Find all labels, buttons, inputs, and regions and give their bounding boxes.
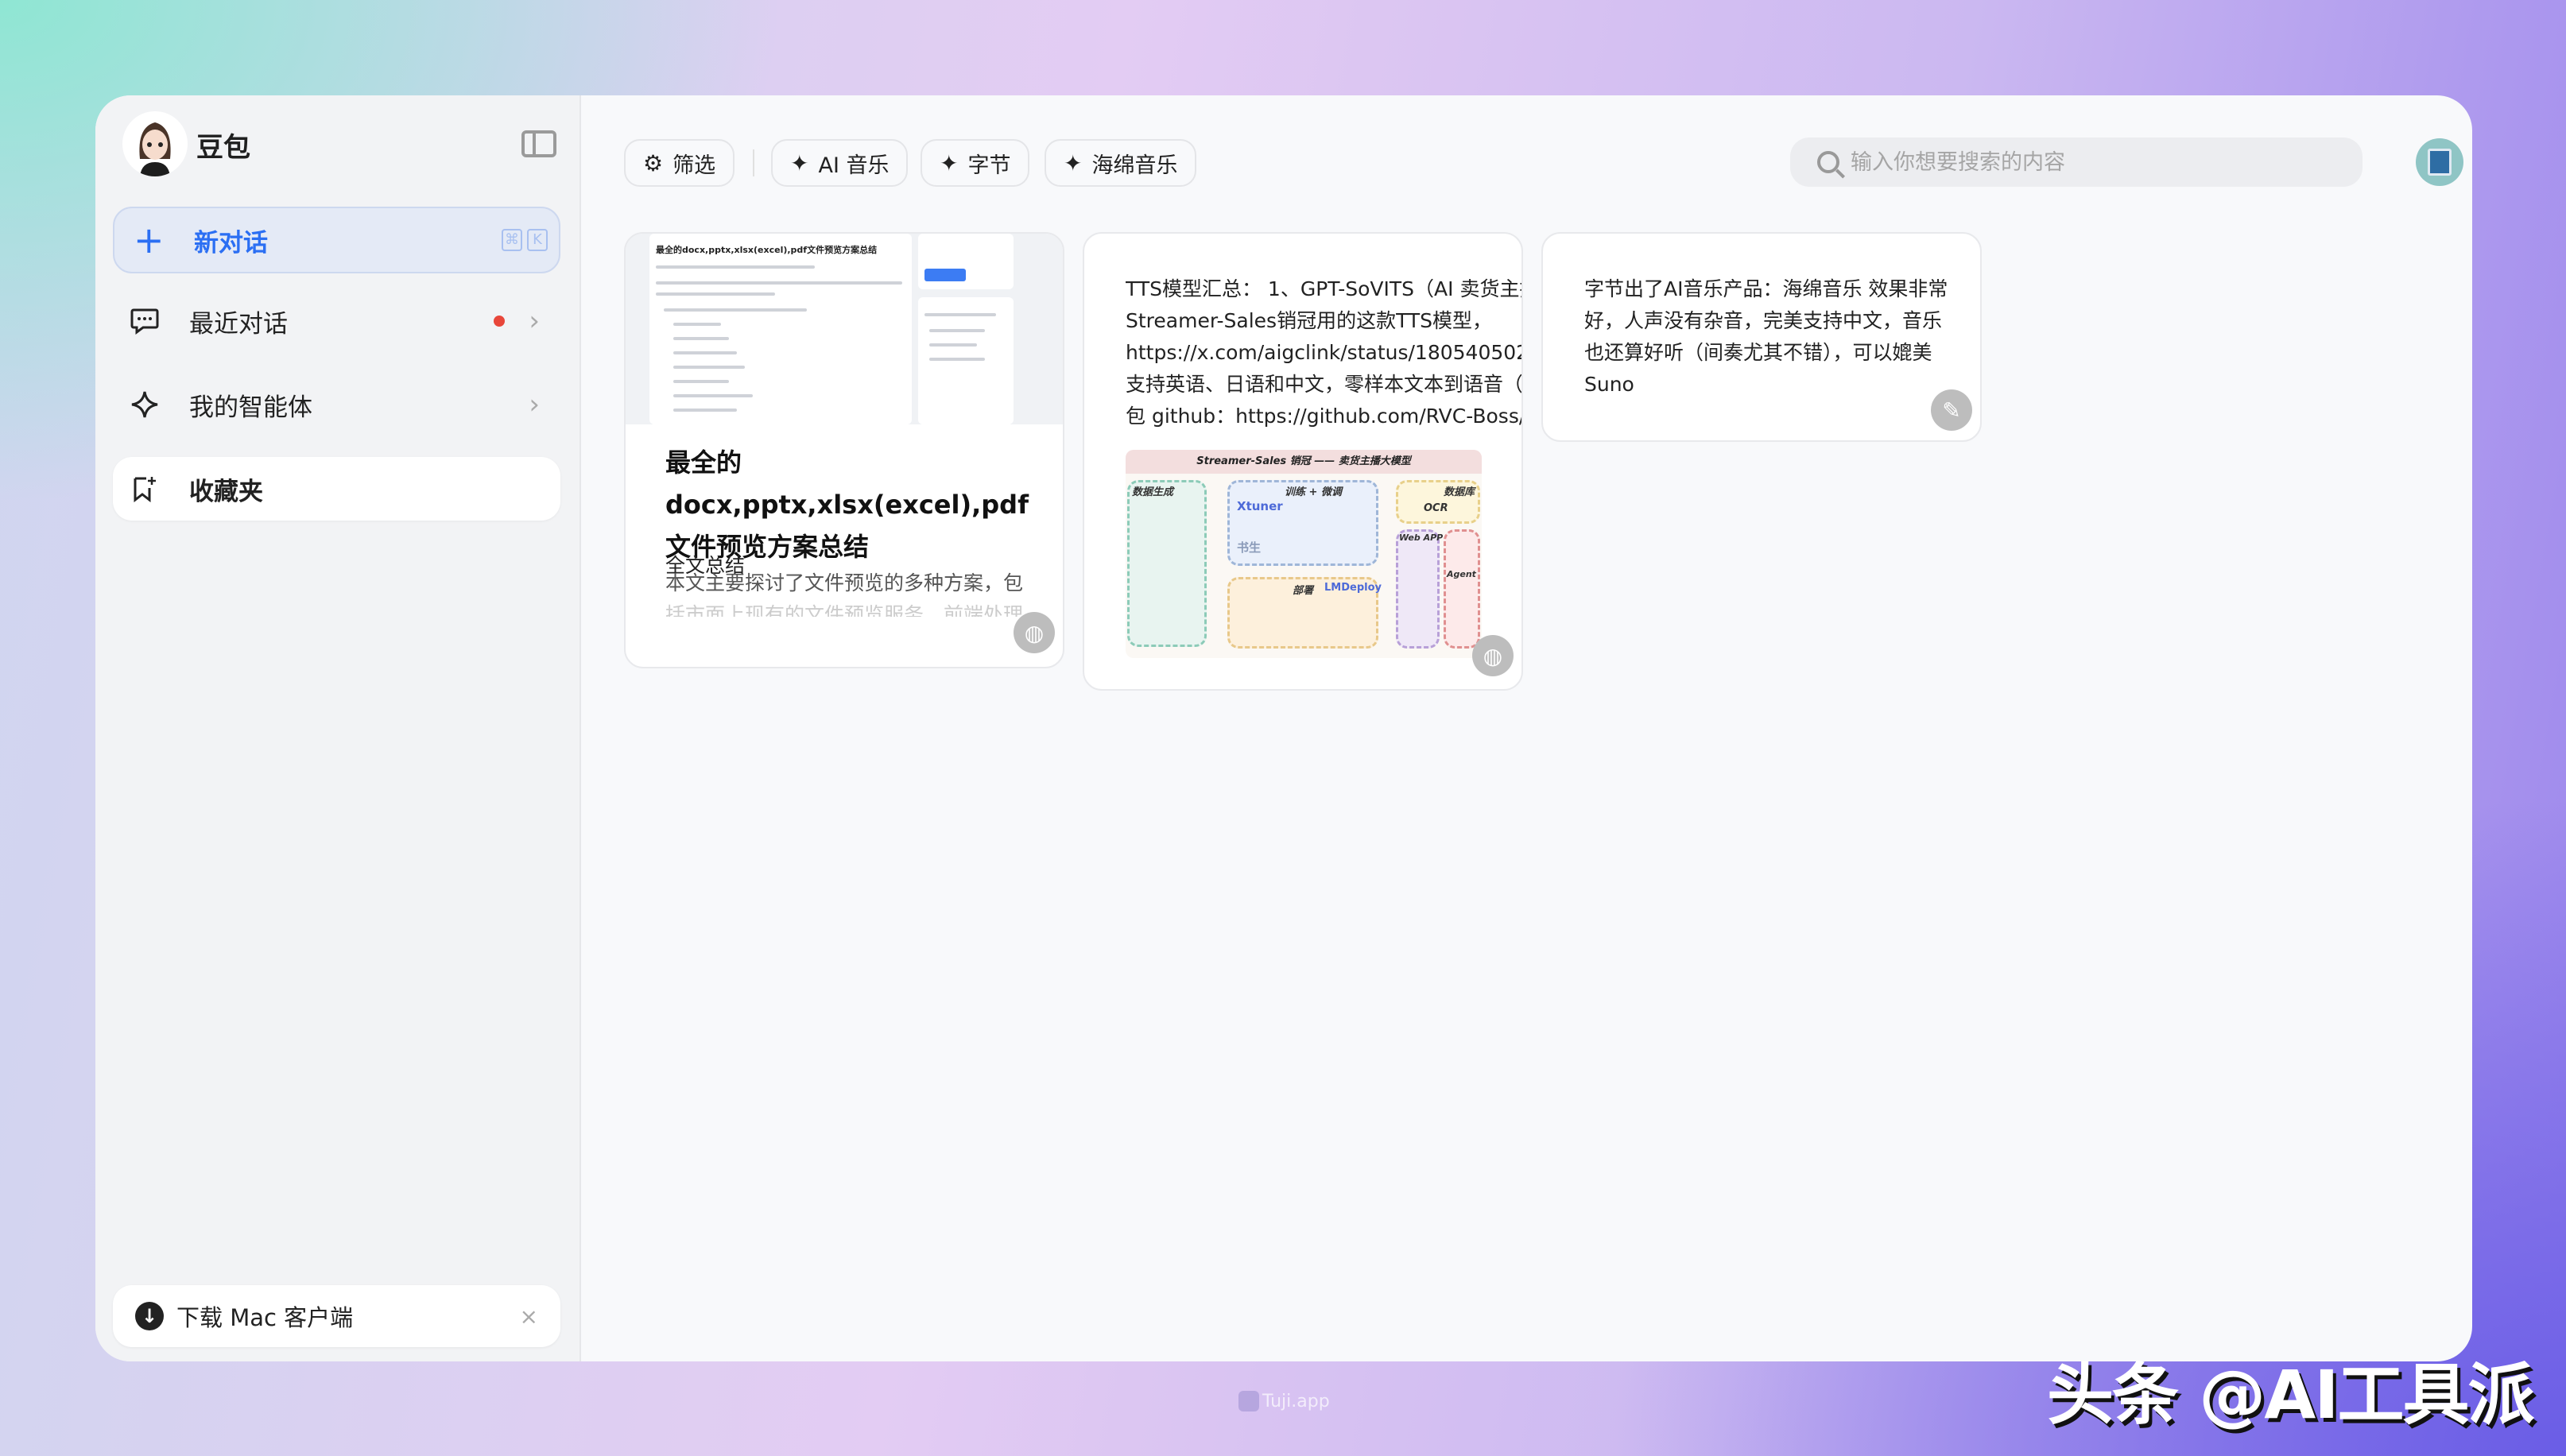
sidebar-item-agents[interactable]: 我的智能体 › [113,371,560,438]
diagram-label: OCR [1424,502,1448,514]
thumbnail-title: 最全的docx,pptx,xlsx(excel),pdf文件预览方案总结 [656,245,878,255]
tag-label: 海绵音乐 [1091,153,1178,178]
search-input[interactable] [1851,149,2328,175]
credit-text: Tuji.app [1262,1391,1330,1411]
filter-label: 筛选 [673,153,716,178]
architecture-diagram-image: Streamer-Sales 销冠 —— 卖货主播大模型 数据生成 训练 + 微… [1126,450,1482,658]
sidebar-item-label: 我的智能体 [189,393,312,422]
sidebar-item-favorites[interactable]: 收藏夹 [113,457,560,521]
tuji-credit: Tuji.app [1238,1391,1330,1411]
favorite-card-tts[interactable]: TTS模型汇总： 1、GPT-SoVITS（AI 卖货主播 Streamer-S… [1083,232,1523,691]
favorite-card-note[interactable]: 字节出了AI音乐产品：海绵音乐 效果非常 好，人声没有杂音，完美支持中文，音乐 … [1541,232,1982,442]
avatar-image [2428,149,2452,176]
sparkle-icon: ✦ [790,149,809,176]
search-icon [1817,151,1839,173]
text-line: 包 github：https://github.com/RVC-Boss/GP [1126,405,1523,428]
favorites-main: ⚙ 筛选 ✦ AI 音乐 ✦ 字节 ✦ 海绵音乐 最全的docx,pptx,xlsx(e… [581,95,2472,1361]
sparkle-icon: ✦ [1064,149,1083,176]
tag-label: 字节 [967,153,1011,178]
cmd-key-hint: ⌘ [502,229,522,251]
search-box[interactable] [1790,137,2363,187]
bookmark-icon [129,473,161,505]
diagram-label: 训练 + 微调 [1285,486,1342,498]
globe-icon[interactable]: ◍ [1472,635,1514,676]
tag-label: AI 音乐 [818,153,890,178]
sparkle-icon [129,389,161,420]
diagram-label: Web APP [1399,532,1444,543]
pencil-icon[interactable]: ✎ [1931,389,1972,431]
user-avatar[interactable] [2416,138,2463,186]
k-key-hint: K [527,229,548,251]
diagram-label: 数据生成 [1132,486,1174,498]
diagram-label: 数据库 [1444,486,1475,498]
card-summary-faded: 括市面上现有的文件预览服务、前端处理 [665,603,1024,617]
unread-dot [494,316,505,327]
text-line: 好，人声没有杂音，完美支持中文，音乐 [1584,309,1943,332]
watermark: 头条 @AI工具派 [2047,1356,2535,1434]
app-name: 豆包 [196,132,250,164]
diagram-label: 部署 [1293,585,1314,597]
card-text: TTS模型汇总： 1、GPT-SoVITS（AI 卖货主播 Streamer-S… [1126,273,1523,432]
diagram-label: LMDeploy [1324,582,1382,594]
close-icon[interactable]: × [520,1303,538,1330]
download-mac-client-banner[interactable]: ↓ 下载 Mac 客户端 × [113,1285,560,1347]
tag-bytedance[interactable]: ✦ 字节 [921,139,1030,187]
new-chat-button[interactable]: + 新对话 ⌘ K [113,207,560,273]
sidebar: 豆包 + 新对话 ⌘ K 最近对话 › 我的智能体 › 收藏夹 ↓ 下载 Mac… [95,95,581,1361]
chevron-right-icon: › [529,389,540,420]
toolbar-divider [753,149,754,176]
bot-avatar[interactable] [122,111,188,176]
download-label: 下载 Mac 客户端 [176,1304,354,1331]
sidebar-item-label: 最近对话 [189,309,288,339]
text-line: Suno [1584,373,1634,396]
tuji-logo-icon [1238,1391,1259,1411]
card-thumbnail: 最全的docx,pptx,xlsx(excel),pdf文件预览方案总结 [626,234,1063,424]
chat-bubble-icon [129,305,161,337]
sidebar-item-label: 收藏夹 [189,477,263,506]
sidebar-item-recent[interactable]: 最近对话 › [113,288,560,354]
text-line: https://x.com/aigclink/status/1805405022… [1126,341,1523,364]
text-line: Streamer-Sales销冠用的这款TTS模型， [1126,309,1493,332]
tag-haimian-music[interactable]: ✦ 海绵音乐 [1045,139,1197,187]
sidebar-toggle-icon[interactable] [521,130,556,157]
favorite-card-doc[interactable]: 最全的docx,pptx,xlsx(excel),pdf文件预览方案总结 最全的… [624,232,1064,668]
diagram-label: Agent [1447,569,1476,579]
diagram-label: 书生 [1237,540,1262,555]
plus-icon: + [134,219,165,261]
app-window: 豆包 + 新对话 ⌘ K 最近对话 › 我的智能体 › 收藏夹 ↓ 下载 Mac… [95,95,2472,1361]
chevron-right-icon: › [529,305,540,337]
filter-button[interactable]: ⚙ 筛选 [624,139,735,187]
sliders-icon: ⚙ [643,149,664,176]
card-text: 字节出了AI音乐产品：海绵音乐 效果非常 好，人声没有杂音，完美支持中文，音乐 … [1584,273,1948,401]
sparkle-icon: ✦ [940,149,959,176]
text-line: 支持英语、日语和中文，零样本文本到语音（T [1126,373,1523,396]
download-icon: ↓ [135,1302,164,1330]
new-chat-label: 新对话 [194,228,268,258]
text-line: TTS模型汇总： 1、GPT-SoVITS（AI 卖货主播 [1126,277,1523,300]
text-line: 字节出了AI音乐产品：海绵音乐 效果非常 [1584,277,1948,300]
globe-icon[interactable]: ◍ [1014,612,1055,653]
card-summary: 本文主要探讨了文件预览的多种方案，包 [665,571,1024,594]
diagram-title: Streamer-Sales 销冠 —— 卖货主播大模型 [1126,450,1482,474]
diagram-label: Xtuner [1237,499,1283,513]
text-line: 也还算好听（间奏尤其不错），可以媲美 [1584,341,1932,364]
tag-ai-music[interactable]: ✦ AI 音乐 [771,139,909,187]
